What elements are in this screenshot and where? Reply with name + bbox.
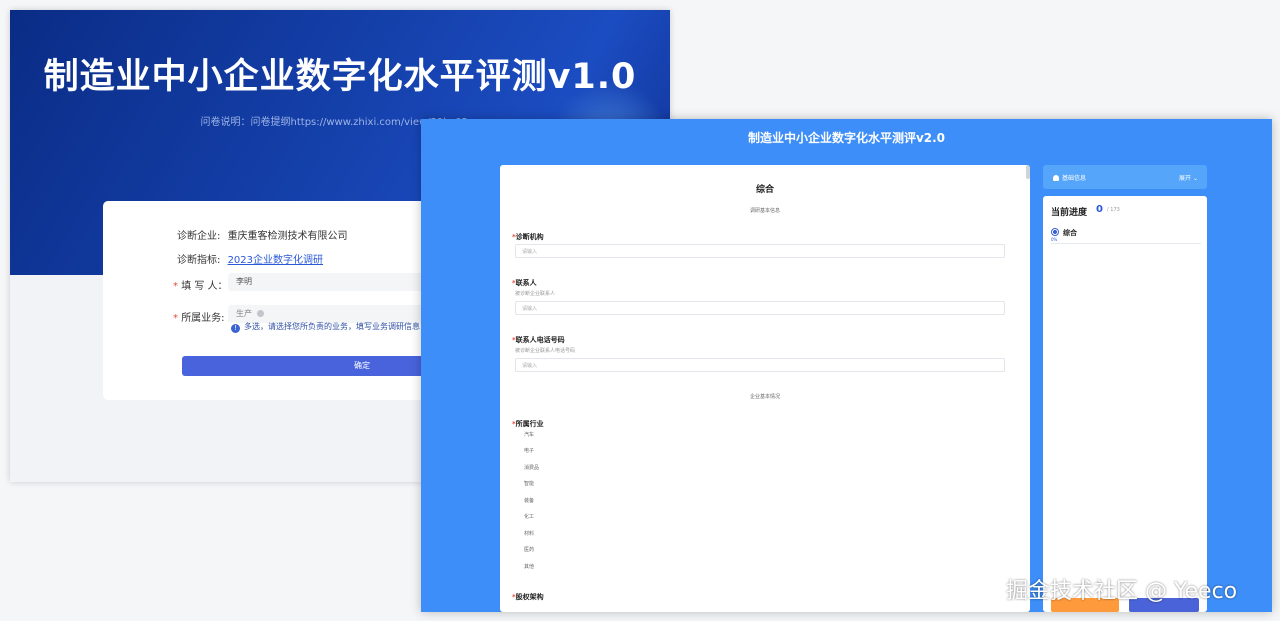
filler-label: 填 写 人： <box>181 281 228 292</box>
question-industry: *所属行业 <box>512 419 544 429</box>
industry-option[interactable]: 装备 <box>524 497 534 504</box>
hint-text: 多选，请选择您所负责的业务，填写业务调研信息 <box>244 322 420 331</box>
contact-sub: 被诊断企业联系人 <box>515 291 556 297</box>
company-label: 诊断企业: <box>177 231 221 242</box>
v1-title: 制造业中小企业数字化水平评测v1.0 <box>43 57 637 97</box>
v2-window: 制造业中小企业数字化水平测评v2.0 综合 调研基本信息 *诊断机构 请输入 *… <box>421 119 1272 612</box>
progress-label: 当前进度 <box>1051 208 1088 218</box>
indicator-row: 诊断指标: 2023企业数字化调研 <box>177 251 323 266</box>
question-label: 联系人 <box>515 279 537 287</box>
form-title: 综合 <box>755 185 774 195</box>
industry-option[interactable]: 智能 <box>524 480 534 487</box>
business-hint: ! 多选，请选择您所负责的业务，填写业务调研信息 <box>231 321 420 333</box>
question-label: 联系人电话号码 <box>515 336 565 344</box>
industry-option[interactable]: 消费品 <box>524 464 539 471</box>
company-row: 诊断企业: 重庆重客检测技术有限公司 <box>177 227 348 242</box>
progress-percent: 0% <box>1051 237 1058 242</box>
business-row: * 所属业务: <box>173 309 225 324</box>
scrollbar[interactable] <box>1026 165 1030 179</box>
watermark: 掘金技术社区 @ Yeeco <box>1006 579 1238 604</box>
user-icon <box>1053 175 1059 181</box>
industry-option[interactable]: 材料 <box>524 530 534 537</box>
question-label: 所属行业 <box>515 420 544 428</box>
indicator-link[interactable]: 2023企业数字化调研 <box>228 255 323 266</box>
business-label: 所属业务: <box>181 313 225 324</box>
basic-info-label: 基础信息 <box>1053 173 1086 182</box>
company-value: 重庆重客检测技术有限公司 <box>227 231 348 242</box>
filler-row: * 填 写 人： <box>173 277 228 292</box>
question-equity: *股权架构 <box>512 592 544 602</box>
required-star: * <box>173 313 178 324</box>
v2-title: 制造业中小企业数字化水平测评v2.0 <box>747 131 946 145</box>
industry-option[interactable]: 汽车 <box>524 431 534 438</box>
tag-close-icon[interactable] <box>257 310 264 317</box>
progress-bar <box>1051 243 1201 244</box>
industry-option[interactable]: 电子 <box>524 447 534 454</box>
info-icon: ! <box>231 324 240 333</box>
basic-info-text: 基础信息 <box>1062 175 1087 182</box>
radio-icon <box>1051 228 1059 236</box>
business-tag: 生产 <box>236 309 252 318</box>
section-basic-info: 调研基本信息 <box>749 208 780 214</box>
basic-info-header[interactable]: 基础信息 展开 ⌄ <box>1043 165 1207 189</box>
survey-form: 综合 调研基本信息 *诊断机构 请输入 *联系人 被诊断企业联系人 请输入 *联… <box>500 165 1030 612</box>
expand-label: 展开 <box>1179 175 1192 182</box>
phone-sub: 被诊断企业联系人电话号码 <box>515 348 576 354</box>
question-label: 股权架构 <box>515 593 544 601</box>
question-label: 诊断机构 <box>515 233 544 241</box>
industry-option[interactable]: 医药 <box>524 546 534 553</box>
section-company-info: 企业基本情况 <box>749 394 780 400</box>
progress-panel: 当前进度 0 / 173 综合 0% <box>1043 196 1207 612</box>
progress-current: 0 <box>1096 204 1103 215</box>
chevron-down-icon: ⌄ <box>1192 175 1198 182</box>
phone-input[interactable]: 请输入 <box>515 358 1005 372</box>
industry-option[interactable]: 其他 <box>524 563 534 570</box>
required-star: * <box>173 281 178 292</box>
contact-input[interactable]: 请输入 <box>515 301 1005 315</box>
indicator-label: 诊断指标: <box>177 255 221 266</box>
institution-input[interactable]: 请输入 <box>515 244 1005 258</box>
question-institution: *诊断机构 <box>512 232 544 242</box>
progress-section-label: 综合 <box>1063 229 1077 237</box>
expand-toggle[interactable]: 展开 ⌄ <box>1179 173 1198 182</box>
industry-option[interactable]: 化工 <box>524 513 534 520</box>
question-phone: *联系人电话号码 <box>512 335 565 345</box>
progress-total: / 173 <box>1107 207 1120 213</box>
question-contact: *联系人 <box>512 278 537 288</box>
